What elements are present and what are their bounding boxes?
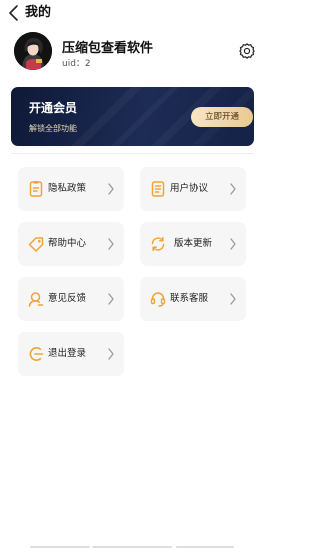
avatar[interactable] (14, 32, 52, 70)
chevron-right-icon (230, 183, 236, 195)
menu-item-version-update[interactable]: 版本更新 (140, 222, 246, 266)
profile-header: 压缩包查看软件 uid：2 (14, 32, 256, 74)
feedback-person-icon (28, 292, 44, 307)
menu-item-customer-service[interactable]: 联系客服 (140, 277, 246, 321)
headset-icon (150, 292, 166, 307)
menu-item-label: 帮助中心 (48, 238, 87, 249)
menu-item-label: 用户协议 (170, 183, 209, 194)
username: 压缩包查看软件 (62, 41, 154, 56)
chevron-right-icon (108, 348, 114, 360)
divider (11, 153, 254, 154)
uid-value: 2 (84, 59, 91, 69)
vip-banner[interactable]: 开通会员 解锁全部功能 立即开通 (11, 87, 254, 146)
document-icon (29, 181, 43, 197)
vip-title: 开通会员 (29, 101, 78, 115)
logout-icon (29, 347, 44, 361)
uid-label: uid： (62, 59, 85, 69)
top-nav-bar: 我的 (0, 0, 265, 28)
menu-item-user-agreement[interactable]: 用户协议 (140, 167, 246, 211)
menu-item-logout[interactable]: 退出登录 (18, 332, 124, 376)
gear-icon[interactable] (238, 42, 256, 60)
chevron-right-icon (230, 238, 236, 250)
menu-item-label: 联系客服 (170, 293, 209, 304)
document-list-icon (151, 181, 165, 197)
tag-icon (28, 237, 44, 252)
menu-item-privacy-policy[interactable]: 隐私政策 (18, 167, 124, 211)
home-indicator (176, 546, 234, 548)
uid-row: uid：2 (62, 56, 91, 69)
menu-item-feedback[interactable]: 意见反馈 (18, 277, 124, 321)
chevron-right-icon (230, 293, 236, 305)
menu-item-label: 意见反馈 (48, 293, 87, 304)
chevron-right-icon (108, 183, 114, 195)
chevron-right-icon (108, 238, 114, 250)
avatar-illustration-icon (14, 32, 52, 70)
home-indicator (92, 546, 172, 548)
chevron-left-icon[interactable] (6, 4, 22, 22)
vip-subtitle: 解锁全部功能 (29, 124, 77, 133)
home-indicator (30, 546, 90, 548)
chevron-right-icon (108, 293, 114, 305)
menu-item-label: 隐私政策 (48, 183, 87, 194)
menu-item-label: 版本更新 (174, 238, 213, 249)
refresh-icon (151, 236, 165, 252)
open-vip-button[interactable]: 立即开通 (191, 107, 253, 127)
page-title: 我的 (25, 5, 52, 20)
menu-item-help-center[interactable]: 帮助中心 (18, 222, 124, 266)
menu-item-label: 退出登录 (48, 348, 87, 359)
